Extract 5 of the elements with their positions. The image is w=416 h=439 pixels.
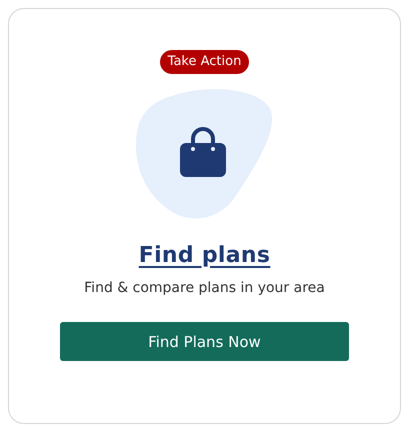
status-badge: Take Action [160, 50, 250, 74]
card-title[interactable]: Find plans [138, 243, 270, 268]
shopping-bag-icon [178, 127, 228, 179]
find-plans-button[interactable]: Find Plans Now [60, 322, 349, 361]
card-description: Find & compare plans in your area [84, 280, 325, 296]
